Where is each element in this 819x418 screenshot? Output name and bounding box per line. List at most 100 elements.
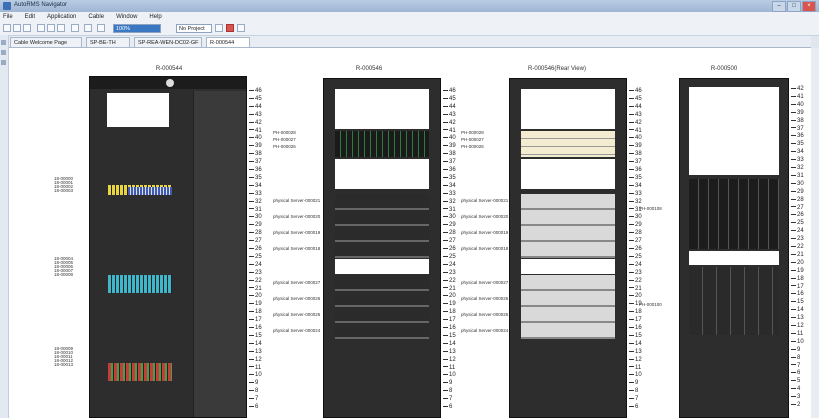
tree-icon[interactable] (97, 24, 105, 32)
rack-unit-number: 9 (791, 347, 800, 353)
back-icon[interactable] (37, 24, 45, 32)
rack-unit-number: 15 (629, 333, 642, 339)
delete-icon[interactable] (226, 24, 234, 32)
rack-unit-number: 23 (443, 270, 456, 276)
device-label[interactable]: 18-00003 (54, 188, 73, 193)
network-switch[interactable] (335, 131, 429, 157)
rack-unit-number: 17 (249, 317, 262, 323)
rack-canvas[interactable]: R-000544 46 45 44 43 42 41 40 39 38 37 36 35 34 33 32 3… (9, 48, 811, 418)
device-label[interactable]: physical Server-000021 (273, 198, 320, 203)
device-label[interactable]: physical Server-000025 (461, 312, 508, 317)
tab-sp-rea-wen[interactable]: SP-REA-WEN-DC02-GF (134, 37, 202, 47)
server-rear-group-top[interactable] (521, 194, 615, 258)
tab-r-000544[interactable]: R-000544 (206, 37, 250, 47)
device-label[interactable]: PH-000108 (639, 206, 662, 211)
device-label[interactable]: physical Server-000024 (273, 328, 320, 333)
patch-panel-red[interactable] (108, 363, 172, 381)
device-label[interactable]: 18-00013 (54, 362, 73, 367)
rack-unit-number: 23 (249, 270, 262, 276)
export-icon[interactable] (237, 24, 245, 32)
rack-empty-slot (335, 159, 429, 189)
panel-view-icon[interactable] (1, 60, 6, 65)
device-label[interactable]: PH-000028 (273, 130, 296, 135)
server-rear-group-bottom[interactable] (521, 275, 615, 339)
refresh-icon[interactable] (57, 24, 65, 32)
device-label[interactable]: physical Server-000026 (461, 296, 508, 301)
device-label[interactable]: physical Server-000021 (461, 198, 508, 203)
device-label[interactable]: physical Server-000025 (273, 312, 320, 317)
tab-cable-welcome[interactable]: Cable Welcome Page (10, 37, 82, 47)
server-group-top[interactable] (335, 194, 429, 258)
blade-chassis[interactable] (689, 179, 779, 249)
device-label[interactable]: physical Server-000018 (461, 246, 508, 251)
rack-unit-number: 34 (249, 183, 262, 189)
device-label[interactable]: PH-000100 (639, 302, 662, 307)
vertical-scrollbar[interactable] (810, 48, 819, 418)
rack-unit-number: 45 (629, 96, 642, 102)
switch-rear-panel[interactable] (521, 131, 615, 157)
grid-icon[interactable] (71, 24, 79, 32)
storage-chassis[interactable] (689, 267, 779, 335)
menu-cable[interactable]: Cable (88, 12, 104, 22)
rack-unit-number: 13 (249, 349, 262, 355)
menu-file[interactable]: File (3, 12, 13, 22)
device-label[interactable]: 18-00008 (54, 272, 73, 277)
minimize-button[interactable]: – (772, 1, 786, 12)
forward-icon[interactable] (47, 24, 55, 32)
maximize-button[interactable]: □ (787, 1, 801, 12)
rack-unit-number: 27 (249, 238, 262, 244)
rack-unit-number: 11 (443, 365, 455, 371)
device-label[interactable]: physical Server-000024 (461, 328, 508, 333)
rack-r000546[interactable] (323, 78, 441, 418)
device-label[interactable]: physical Server-000027 (273, 280, 320, 285)
panel-tool-icon[interactable] (1, 50, 6, 55)
rack-unit-number: 28 (443, 230, 456, 236)
rack-unit-number: 12 (629, 357, 642, 363)
device-label[interactable]: PH-000026 (273, 144, 296, 149)
rack-r000544[interactable] (89, 76, 247, 418)
layout-icon[interactable] (84, 24, 92, 32)
device-label[interactable]: physical Server-000018 (273, 246, 320, 251)
device-label[interactable]: physical Server-000019 (273, 230, 320, 235)
device-label[interactable]: physical Server-000020 (273, 214, 320, 219)
panel-pin-icon[interactable] (1, 40, 6, 45)
patch-panel-teal[interactable] (108, 275, 172, 293)
device-label[interactable]: PH-000027 (461, 137, 484, 142)
rack-empty-slot (521, 159, 615, 189)
rack-r000546-rear[interactable] (509, 78, 627, 418)
device-label[interactable]: PH-000027 (273, 137, 296, 142)
rack-r000500[interactable] (679, 78, 789, 418)
menu-application[interactable]: Application (47, 12, 76, 22)
print-icon[interactable] (23, 24, 31, 32)
zoom-select[interactable]: 100% (113, 24, 161, 33)
project-select[interactable]: No Project (176, 24, 212, 33)
server-group-bottom[interactable] (335, 275, 429, 339)
rack-unit-number: 40 (791, 102, 804, 108)
save-icon[interactable] (13, 24, 21, 32)
menu-window[interactable]: Window (116, 12, 137, 22)
rack-unit-number: 12 (791, 323, 804, 329)
device-label[interactable]: physical Server-000027 (461, 280, 508, 285)
device-label[interactable]: physical Server-000019 (461, 230, 508, 235)
edit-icon[interactable] (215, 24, 223, 32)
rack-unit-number: 18 (249, 309, 262, 315)
rack-unit-number: 42 (629, 120, 642, 126)
close-button[interactable]: × (802, 1, 816, 12)
rack-unit-number: 40 (629, 135, 642, 141)
rack-unit-number: 18 (443, 309, 456, 315)
tab-sp-be-th[interactable]: SP-BE-TH (86, 37, 130, 47)
rack-unit-number: 13 (629, 349, 642, 355)
rack-unit-number: 36 (443, 167, 456, 173)
device-label[interactable]: PH-000028 (461, 130, 484, 135)
rack-unit-number: 30 (791, 181, 804, 187)
rack-unit-number: 43 (249, 112, 262, 118)
device-label[interactable]: PH-000026 (461, 144, 484, 149)
rack-unit-number: 41 (443, 128, 456, 134)
new-icon[interactable] (3, 24, 11, 32)
patch-panel-blue[interactable] (128, 187, 172, 195)
menu-edit[interactable]: Edit (25, 12, 35, 22)
rack-empty-slot (335, 259, 429, 274)
device-label[interactable]: physical Server-000020 (461, 214, 508, 219)
menu-help[interactable]: Help (149, 12, 161, 22)
device-label[interactable]: physical Server-000026 (273, 296, 320, 301)
